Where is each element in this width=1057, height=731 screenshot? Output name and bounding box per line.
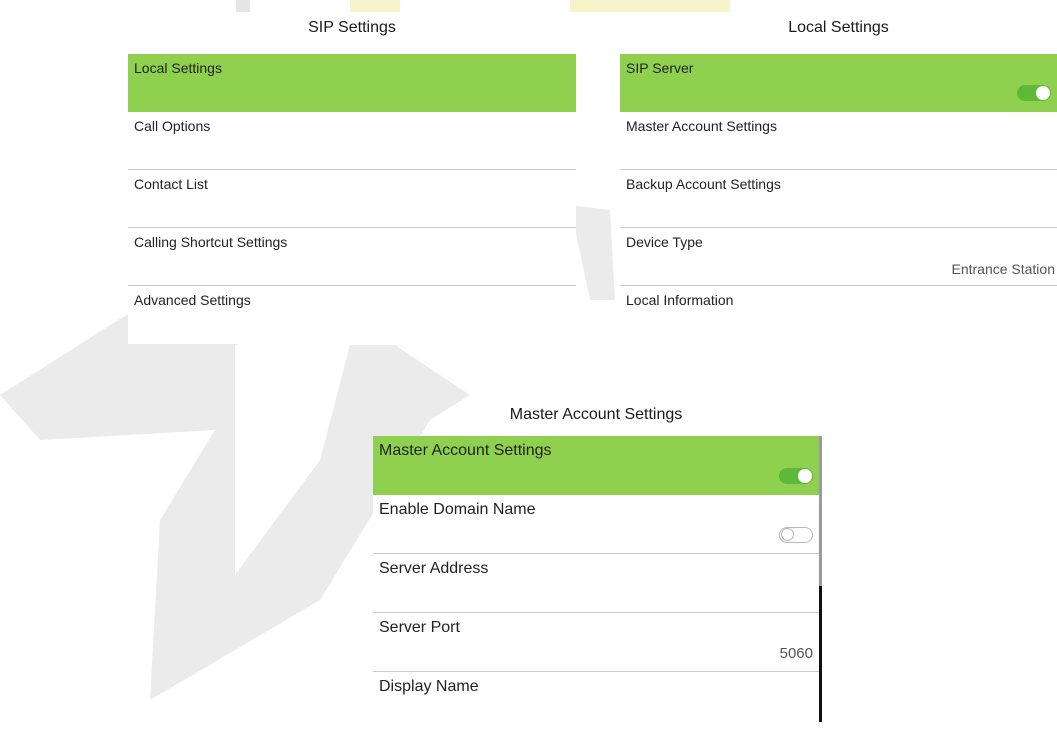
master-account-settings-menu: Master Account Settings Enable Domain Na… [373,436,819,731]
local-settings-menu: SIP Server Master Account Settings Backu… [620,54,1057,344]
menu-item-label: Local Settings [134,60,222,76]
menu-item-local-settings[interactable]: Local Settings [128,54,576,112]
menu-item-master-account-settings[interactable]: Master Account Settings [620,112,1057,170]
scrollbar[interactable] [819,436,822,722]
sip-settings-panel: SIP Settings Local Settings Call Options… [128,12,576,344]
menu-item-label: Contact List [134,176,208,192]
scrollbar-thumb[interactable] [819,436,822,586]
local-settings-title: Local Settings [788,19,889,36]
menu-item-call-options[interactable]: Call Options [128,112,576,170]
menu-item-label: Server Port [379,619,460,636]
menu-item-contact-list[interactable]: Contact List [128,170,576,228]
sip-server-toggle[interactable] [1017,85,1051,101]
menu-item-label: Server Address [379,560,489,577]
menu-item-calling-shortcut-settings[interactable]: Calling Shortcut Settings [128,228,576,286]
toggle-knob [798,469,812,483]
master-account-toggle[interactable] [779,468,813,484]
menu-item-sip-server[interactable]: SIP Server [620,54,1057,112]
toggle-knob [781,528,794,541]
menu-item-label: Display Name [379,678,479,695]
menu-item-label: Device Type [626,234,703,250]
master-account-settings-panel: Master Account Settings Master Account S… [373,400,822,731]
menu-item-label: Advanced Settings [134,292,251,308]
menu-item-server-port[interactable]: Server Port 5060 [373,613,819,672]
sip-settings-title: SIP Settings [308,19,396,36]
device-type-value: Entrance Station [951,261,1055,277]
menu-item-label: Master Account Settings [626,118,777,134]
menu-item-label: Master Account Settings [379,442,552,459]
menu-item-local-information[interactable]: Local Information [620,286,1057,344]
toggle-knob [1036,86,1050,100]
menu-item-backup-account-settings[interactable]: Backup Account Settings [620,170,1057,228]
menu-item-display-name[interactable]: Display Name [373,672,819,731]
master-account-settings-title: Master Account Settings [509,406,683,423]
enable-domain-name-toggle[interactable] [779,527,813,543]
menu-item-label: Backup Account Settings [626,176,781,192]
local-settings-panel: Local Settings SIP Server Master Account… [620,12,1057,344]
server-port-value: 5060 [779,645,813,662]
menu-item-label: Call Options [134,118,211,134]
menu-item-master-account-settings[interactable]: Master Account Settings [373,436,819,495]
menu-item-device-type[interactable]: Device Type Entrance Station [620,228,1057,286]
menu-item-label: Calling Shortcut Settings [134,234,288,250]
menu-item-label: Enable Domain Name [379,501,536,518]
menu-item-enable-domain-name[interactable]: Enable Domain Name [373,495,819,554]
menu-item-server-address[interactable]: Server Address [373,554,819,613]
menu-item-advanced-settings[interactable]: Advanced Settings [128,286,576,344]
sip-settings-menu: Local Settings Call Options Contact List… [128,54,576,344]
menu-item-label: SIP Server [626,60,694,76]
menu-item-label: Local Information [626,292,734,308]
